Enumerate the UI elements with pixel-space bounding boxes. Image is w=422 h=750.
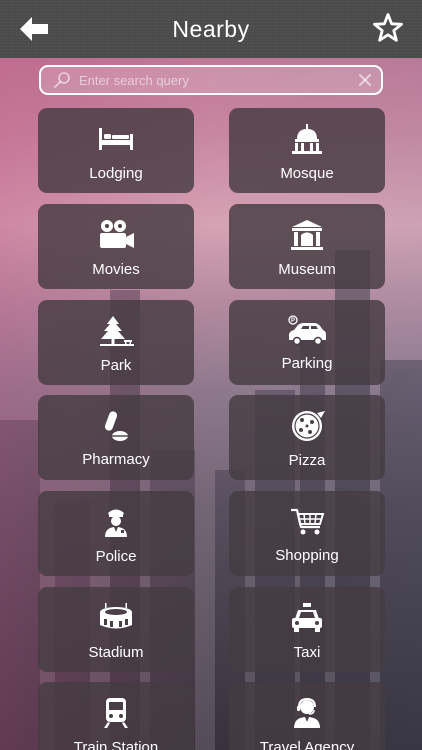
category-museum-button[interactable]: Museum: [229, 204, 385, 289]
category-shopping-button[interactable]: Shopping: [229, 491, 385, 576]
bed-icon: [99, 128, 133, 150]
category-movies-button[interactable]: Movies: [38, 204, 194, 289]
category-label: Lodging: [89, 165, 143, 182]
museum-icon: [291, 220, 323, 250]
category-park-button[interactable]: Park: [38, 300, 194, 385]
category-pizza-button[interactable]: Pizza: [229, 395, 385, 480]
mosque-icon: [292, 124, 322, 154]
pills-icon: [104, 411, 128, 441]
svg-text:P: P: [291, 318, 295, 324]
category-label: Train Station: [73, 739, 159, 750]
train-icon: [104, 698, 128, 728]
page-title: Nearby: [172, 15, 250, 42]
back-arrow-icon[interactable]: [18, 14, 50, 44]
category-label: Parking: [281, 355, 333, 372]
category-taxi-button[interactable]: Taxi: [229, 587, 385, 672]
category-pharmacy-button[interactable]: Pharmacy: [38, 395, 194, 480]
taxi-icon: [292, 603, 322, 632]
category-label: Pizza: [288, 452, 326, 469]
category-label: Park: [100, 357, 132, 374]
agent-icon: [294, 697, 320, 728]
police-officer-icon: [105, 509, 127, 537]
car-icon: P: [288, 315, 326, 346]
category-lodging-button[interactable]: Lodging: [38, 108, 194, 193]
category-label: Museum: [278, 261, 336, 278]
search-bar: [39, 65, 383, 95]
category-stadium-button[interactable]: Stadium: [38, 587, 194, 672]
clear-icon[interactable]: [357, 72, 373, 88]
stadium-icon: [100, 603, 132, 629]
star-icon[interactable]: [372, 12, 404, 44]
shopping-cart-icon: [291, 508, 325, 535]
category-label: Stadium: [88, 644, 144, 661]
category-label: Shopping: [275, 547, 339, 564]
category-travel-agency-button[interactable]: Travel Agency: [229, 682, 385, 750]
category-label: Police: [95, 548, 137, 565]
tree-icon: [100, 316, 134, 346]
category-train-station-button[interactable]: Train Station: [38, 682, 194, 750]
category-label: Movies: [92, 261, 140, 278]
category-label: Mosque: [280, 165, 334, 182]
category-label: Pharmacy: [82, 451, 150, 468]
category-mosque-button[interactable]: Mosque: [229, 108, 385, 193]
film-camera-icon: [100, 220, 134, 248]
category-label: Travel Agency: [259, 739, 355, 750]
category-label: Taxi: [293, 644, 321, 661]
search-input[interactable]: [79, 68, 357, 92]
nav-bar: Nearby: [0, 0, 422, 58]
pizza-icon: [292, 411, 325, 441]
category-police-button[interactable]: Police: [38, 491, 194, 576]
category-parking-button[interactable]: P Parking: [229, 300, 385, 385]
search-icon: [54, 72, 70, 88]
